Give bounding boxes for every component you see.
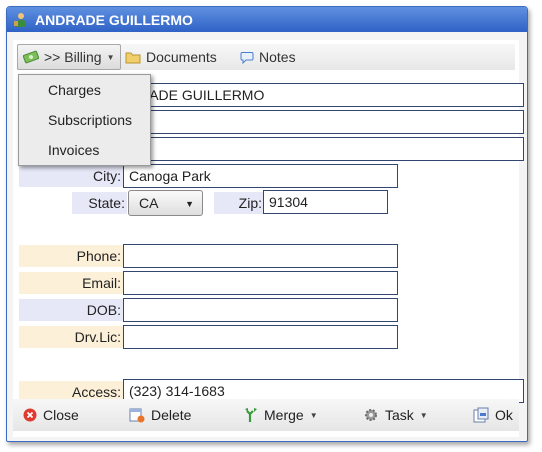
person-icon bbox=[13, 12, 29, 28]
menu-item-invoices[interactable]: Invoices bbox=[48, 142, 99, 162]
menu-item-subscriptions[interactable]: Subscriptions bbox=[48, 112, 132, 132]
address-line2-field[interactable] bbox=[123, 137, 524, 161]
documents-button[interactable]: Documents bbox=[125, 44, 217, 70]
state-value: CA bbox=[139, 195, 159, 211]
folder-icon bbox=[125, 51, 141, 64]
money-icon bbox=[23, 50, 39, 64]
zip-value: 91304 bbox=[269, 194, 308, 210]
chevron-down-icon: ▼ bbox=[309, 410, 318, 420]
documents-label: Documents bbox=[146, 49, 217, 65]
window-title: ANDRADE GUILLERMO bbox=[35, 12, 193, 28]
chevron-down-icon: ▼ bbox=[419, 410, 428, 420]
ok-label: Ok bbox=[495, 407, 513, 423]
zip-label: Zip: bbox=[214, 192, 264, 214]
delete-icon bbox=[129, 407, 145, 423]
delete-label: Delete bbox=[151, 407, 192, 423]
drvlic-field[interactable] bbox=[123, 325, 398, 349]
dob-field[interactable] bbox=[123, 298, 398, 322]
toolbar: >> Billing ▼ Documents Notes bbox=[17, 44, 515, 70]
chevron-down-icon: ▼ bbox=[106, 52, 115, 62]
phone-field[interactable] bbox=[123, 244, 398, 268]
title-bar[interactable]: ANDRADE GUILLERMO bbox=[7, 7, 527, 32]
billing-button[interactable]: >> Billing ▼ bbox=[17, 44, 121, 70]
email-field[interactable] bbox=[123, 271, 398, 295]
billing-label: >> Billing bbox=[44, 49, 102, 65]
menu-item-charges[interactable]: Charges bbox=[48, 82, 101, 102]
merge-button[interactable]: Merge ▼ bbox=[244, 405, 318, 425]
name-field[interactable]: DRADE GUILLERMO bbox=[123, 83, 524, 107]
close-button[interactable]: Close bbox=[23, 405, 79, 425]
merge-label: Merge bbox=[264, 407, 304, 423]
city-label: City: bbox=[19, 165, 123, 187]
city-field[interactable]: Canoga Park bbox=[123, 164, 398, 188]
city-value: Canoga Park bbox=[129, 168, 211, 184]
ok-button[interactable]: Ok bbox=[473, 405, 513, 425]
task-button[interactable]: Task ▼ bbox=[363, 405, 428, 425]
merge-icon bbox=[244, 407, 258, 423]
address-line1-field[interactable] bbox=[123, 110, 524, 134]
email-label: Email: bbox=[19, 272, 123, 294]
dob-label: DOB: bbox=[19, 299, 123, 321]
access-value: (323) 314-1683 bbox=[129, 383, 225, 399]
phone-label: Phone: bbox=[19, 245, 123, 267]
gear-icon bbox=[363, 407, 379, 423]
drvlic-label: Drv.Lic: bbox=[19, 326, 123, 348]
task-label: Task bbox=[385, 407, 414, 423]
delete-button[interactable]: Delete bbox=[129, 405, 191, 425]
dialog-body: >> Billing ▼ Documents Notes DRADE GUILL… bbox=[13, 40, 524, 437]
client-dialog: ANDRADE GUILLERMO >> Billing ▼ Documents bbox=[6, 6, 528, 442]
speech-bubble-icon bbox=[240, 51, 254, 64]
zip-field[interactable]: 91304 bbox=[263, 190, 388, 214]
state-select[interactable]: CA ▼ bbox=[128, 190, 203, 216]
state-label: State: bbox=[72, 192, 127, 214]
save-icon bbox=[473, 407, 489, 423]
notes-button[interactable]: Notes bbox=[240, 44, 296, 70]
billing-menu: Charges Subscriptions Invoices bbox=[18, 74, 151, 166]
close-label: Close bbox=[43, 407, 79, 423]
close-icon bbox=[23, 408, 37, 422]
notes-label: Notes bbox=[259, 49, 296, 65]
dropdown-arrow-icon: ▼ bbox=[185, 199, 194, 209]
